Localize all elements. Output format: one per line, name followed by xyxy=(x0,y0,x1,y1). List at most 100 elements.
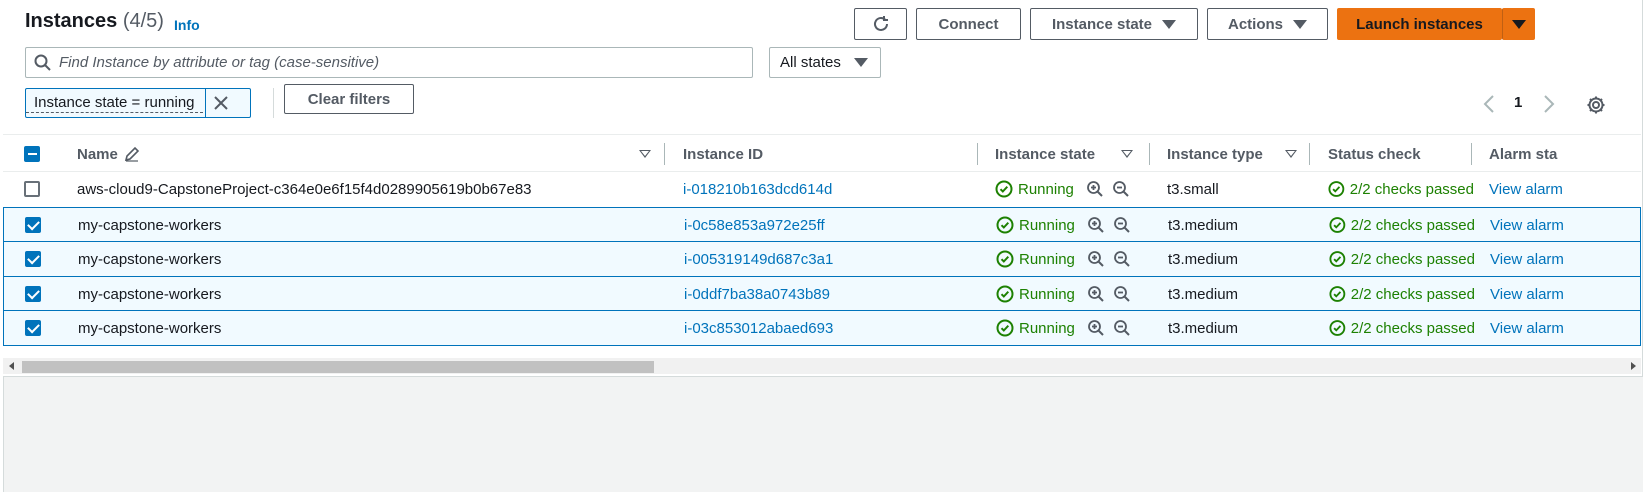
page-number[interactable]: 1 xyxy=(1514,94,1522,111)
info-link[interactable]: Info xyxy=(174,17,200,33)
actions-button[interactable]: Actions xyxy=(1207,8,1328,40)
instance-id-link[interactable]: i-005319149d687c3a1 xyxy=(684,242,833,276)
column-divider[interactable] xyxy=(1309,143,1310,165)
view-alarm-link[interactable]: View alarm xyxy=(1490,311,1642,345)
gear-icon[interactable] xyxy=(1586,95,1606,115)
checkbox xyxy=(24,181,40,197)
table-row[interactable]: my-capstone-workers i-0ddf7ba38a0743b89 Ru… xyxy=(3,276,1641,312)
status-check: 2/2 checks passed xyxy=(1329,311,1475,345)
refresh-button[interactable] xyxy=(854,8,907,40)
scroll-right-arrow[interactable] xyxy=(1631,362,1636,370)
zoom-in-icon[interactable] xyxy=(1087,319,1105,337)
view-alarm-link[interactable]: View alarm xyxy=(1490,208,1642,242)
state-filter-select[interactable]: All states xyxy=(769,47,881,78)
clear-filters-button[interactable]: Clear filters xyxy=(284,84,414,114)
launch-instances-button[interactable]: Launch instances xyxy=(1337,8,1502,40)
zoom-out-icon[interactable] xyxy=(1113,216,1131,234)
empty-area xyxy=(0,376,1643,492)
zoom-in-icon[interactable] xyxy=(1087,285,1105,303)
scrollbar-thumb[interactable] xyxy=(22,361,654,373)
row-checkbox[interactable] xyxy=(25,208,41,242)
instance-type: t3.medium xyxy=(1168,319,1239,337)
view-alarm-link[interactable]: View alarm xyxy=(1490,242,1642,276)
zoom-out-icon[interactable] xyxy=(1113,319,1131,337)
filter-token: Instance state = running xyxy=(25,88,251,118)
column-header-label: Instance type xyxy=(1167,145,1263,163)
column-header-name[interactable]: Name xyxy=(77,135,140,173)
check-circle-icon xyxy=(996,285,1014,303)
zoom-in-icon[interactable] xyxy=(1087,250,1105,268)
chevron-left-icon xyxy=(1483,95,1494,113)
launch-instances-label: Launch instances xyxy=(1356,15,1483,33)
table-row[interactable]: my-capstone-workers i-005319149d687c3a1 Ru… xyxy=(3,241,1641,277)
column-divider[interactable] xyxy=(1471,143,1472,165)
column-header-alarm-status[interactable]: Alarm sta xyxy=(1489,135,1641,173)
search-input[interactable] xyxy=(59,54,739,71)
refresh-icon xyxy=(873,16,888,31)
column-divider[interactable] xyxy=(664,143,665,165)
status-check-text: 2/2 checks passed xyxy=(1349,180,1474,198)
instance-type: t3.medium xyxy=(1168,285,1239,303)
zoom-out-icon[interactable] xyxy=(1113,285,1131,303)
check-circle-icon xyxy=(995,180,1013,198)
page-title: Instances (4/5) xyxy=(25,10,164,33)
check-circle-icon xyxy=(996,319,1014,337)
check-circle-icon xyxy=(996,216,1014,234)
checkbox xyxy=(25,286,41,302)
column-header-label: Instance state xyxy=(995,145,1096,163)
instance-state: Running xyxy=(995,172,1130,206)
status-check-text: 2/2 checks passed xyxy=(1350,250,1475,268)
table-row[interactable]: my-capstone-workers i-0c58e853a972e25ff Ru… xyxy=(3,207,1641,243)
status-check: 2/2 checks passed xyxy=(1329,208,1475,242)
zoom-out-icon[interactable] xyxy=(1112,180,1130,198)
zoom-in-icon[interactable] xyxy=(1086,180,1104,198)
state-filter-value: All states xyxy=(780,54,841,71)
select-all-checkbox[interactable] xyxy=(24,135,40,173)
sort-type-icon[interactable] xyxy=(1285,135,1297,173)
remove-filter-button[interactable] xyxy=(206,89,236,117)
chevron-down-icon xyxy=(1162,19,1177,29)
table-row[interactable]: my-capstone-workers i-03c853012abaed693 Ru… xyxy=(3,310,1641,346)
horizontal-scrollbar[interactable] xyxy=(3,358,1641,374)
actions-label: Actions xyxy=(1227,15,1283,33)
launch-instances-dropdown[interactable] xyxy=(1502,8,1535,40)
sort-name-icon[interactable] xyxy=(639,135,651,173)
instance-state-text: Running xyxy=(1019,250,1075,268)
column-header-instance-state[interactable]: Instance state xyxy=(995,135,1095,173)
instance-id-link[interactable]: i-0ddf7ba38a0743b89 xyxy=(684,277,830,311)
check-circle-icon xyxy=(996,250,1014,268)
close-icon xyxy=(213,96,228,110)
next-page-button[interactable] xyxy=(1542,94,1556,114)
chevron-down-icon xyxy=(854,58,868,67)
checkbox xyxy=(25,320,41,336)
previous-page-button[interactable] xyxy=(1482,94,1496,114)
column-header-instance-type[interactable]: Instance type xyxy=(1167,135,1263,173)
status-check-text: 2/2 checks passed xyxy=(1350,285,1475,303)
sort-state-icon[interactable] xyxy=(1121,135,1133,173)
row-checkbox[interactable] xyxy=(24,172,40,206)
zoom-in-icon[interactable] xyxy=(1087,216,1105,234)
scroll-left-arrow[interactable] xyxy=(9,362,14,370)
table-row[interactable]: aws-cloud9-CapstoneProject-c364e0e6f15f4… xyxy=(3,172,1641,208)
row-checkbox[interactable] xyxy=(25,277,41,311)
instance-state: Running xyxy=(996,242,1131,276)
connect-button[interactable]: Connect xyxy=(916,8,1021,40)
column-header-status-check[interactable]: Status check xyxy=(1328,135,1421,173)
check-circle-icon xyxy=(1329,320,1346,336)
chevron-down-icon xyxy=(1293,19,1307,29)
instance-state-button[interactable]: Instance state xyxy=(1030,8,1198,40)
row-checkbox[interactable] xyxy=(25,311,41,345)
row-checkbox[interactable] xyxy=(25,242,41,276)
zoom-out-icon[interactable] xyxy=(1113,250,1131,268)
status-check-text: 2/2 checks passed xyxy=(1350,216,1475,234)
instance-id-link[interactable]: i-018210b163dcd614d xyxy=(683,172,832,206)
column-header-instance-id[interactable]: Instance ID xyxy=(683,135,763,173)
view-alarm-link[interactable]: View alarm xyxy=(1489,172,1641,206)
instance-id-link[interactable]: i-0c58e853a972e25ff xyxy=(684,208,825,242)
check-circle-icon xyxy=(1329,286,1346,302)
filter-token-label[interactable]: Instance state = running xyxy=(26,94,203,113)
view-alarm-link[interactable]: View alarm xyxy=(1490,277,1642,311)
column-divider[interactable] xyxy=(1149,143,1150,165)
column-divider[interactable] xyxy=(977,143,978,165)
instance-id-link[interactable]: i-03c853012abaed693 xyxy=(684,311,833,345)
